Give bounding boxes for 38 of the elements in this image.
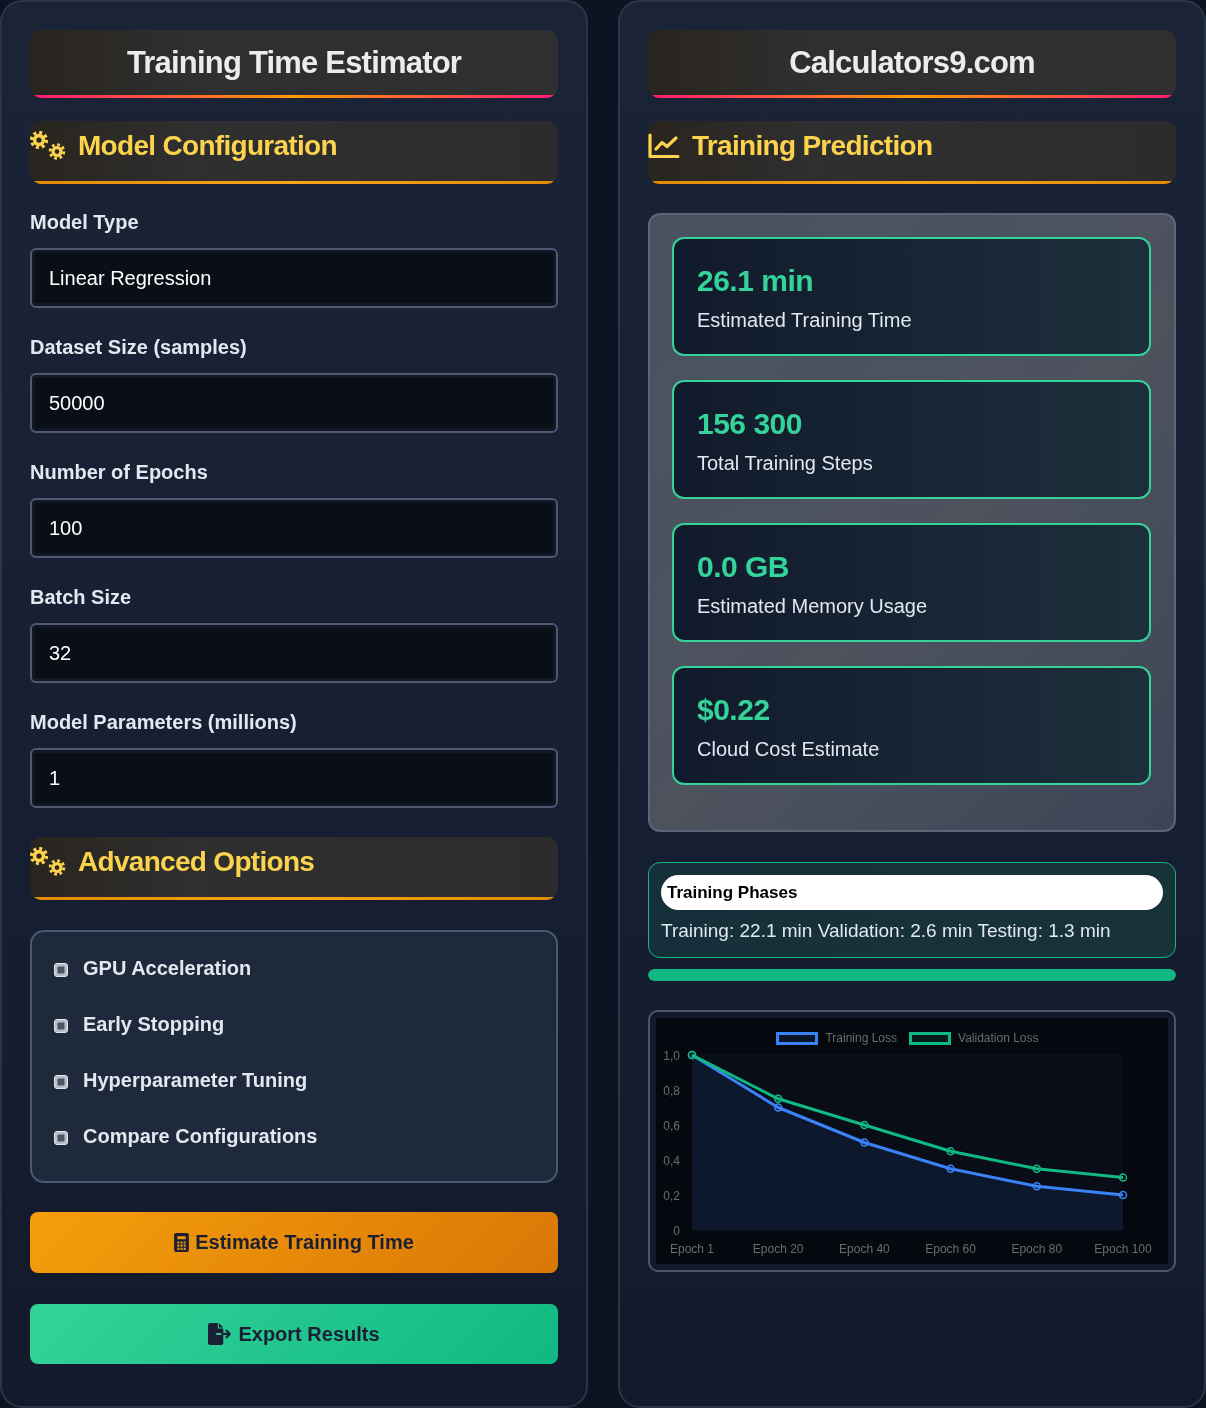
result-value: $0.22 (697, 692, 770, 728)
result-value: 26.1 min (697, 263, 814, 299)
field-label: Model Type (30, 210, 140, 234)
result-value: 156 300 (697, 406, 802, 442)
axis-label: 0,4 (663, 1153, 680, 1168)
axis-label: Epoch 40 (839, 1242, 890, 1256)
phases-heading: Training Phases (661, 875, 1163, 910)
axis-label: 0 (673, 1223, 680, 1238)
checkbox-label: GPU Acceleration (83, 956, 252, 980)
axis-label: 1,0 (663, 1048, 680, 1063)
axis-label: 0,6 (663, 1118, 680, 1133)
field-label: Number of Epochs (30, 460, 209, 484)
page-title: Training Time Estimator (126, 44, 462, 81)
result-label: Estimated Training Time (697, 308, 912, 332)
legend-label: Training Loss (825, 1031, 898, 1045)
legend-label: Validation Loss (958, 1031, 1039, 1045)
axis-label: Epoch 60 (925, 1242, 976, 1256)
field-label: Dataset Size (samples) (30, 335, 248, 359)
site-title: Calculators9.com (789, 44, 1035, 81)
section-title: Model Configuration (78, 129, 337, 163)
checkbox-label: Early Stopping (83, 1012, 225, 1036)
result-value: 0.0 GB (697, 549, 790, 585)
result-label: Estimated Memory Usage (697, 594, 928, 618)
axis-label: Epoch 100 (1094, 1242, 1152, 1256)
axis-label: Epoch 80 (1011, 1242, 1063, 1256)
axis-label: Epoch 1 (670, 1242, 714, 1256)
section-title: Advanced Options (78, 845, 315, 879)
result-label: Total Training Steps (697, 451, 873, 475)
result-label: Cloud Cost Estimate (697, 737, 880, 761)
axis-label: 0,2 (663, 1188, 680, 1203)
field-label: Model Parameters (millions) (30, 710, 298, 734)
checkbox-label: Hyperparameter Tuning (83, 1068, 308, 1092)
field-label: Batch Size (30, 585, 133, 609)
checkbox-label: Compare Configurations (83, 1124, 318, 1148)
section-title: Training Prediction (692, 129, 933, 163)
axis-label: Epoch 20 (752, 1242, 804, 1256)
phases-summary: Training: 22.1 min Validation: 2.6 min Testing: 1.3 min (661, 919, 1112, 943)
axis-label: 0,8 (663, 1083, 680, 1098)
